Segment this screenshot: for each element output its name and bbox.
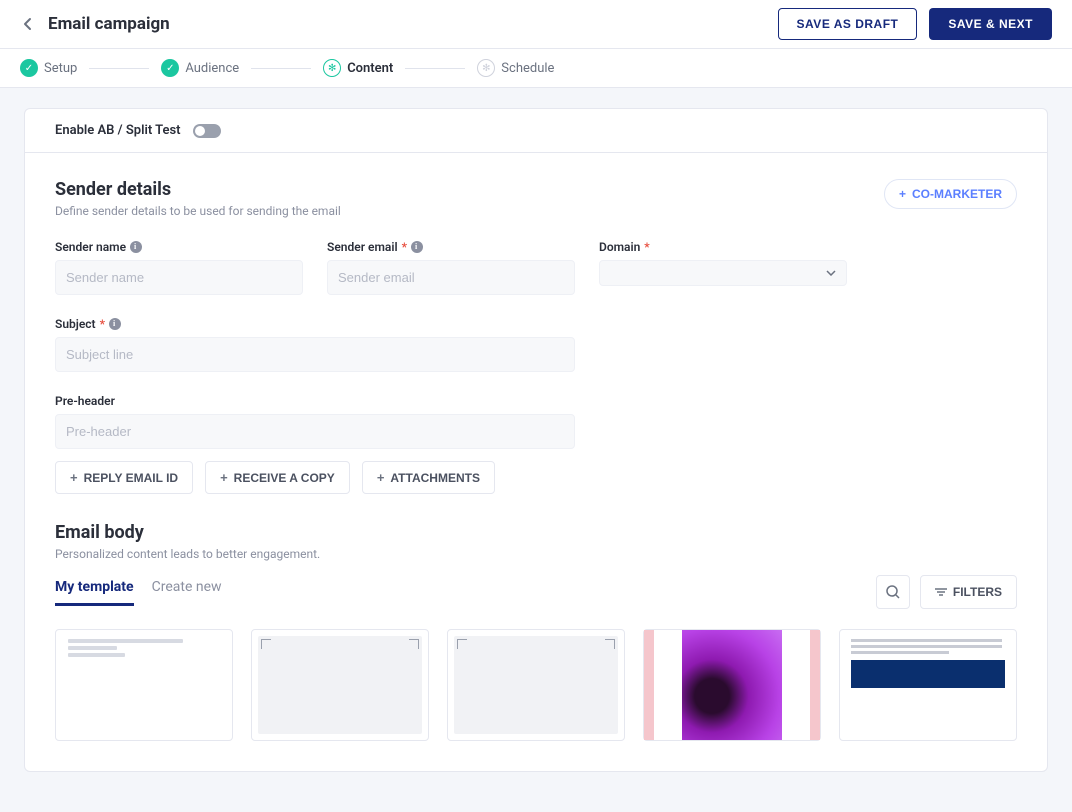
step-setup[interactable]: ✓ Setup bbox=[20, 59, 77, 77]
ab-test-row: Enable AB / Split Test bbox=[25, 109, 1047, 153]
field-sender-email: Sender email * bbox=[327, 240, 575, 295]
required-marker: * bbox=[644, 240, 649, 254]
field-sender-name: Sender name bbox=[55, 240, 303, 295]
label-text: Sender email bbox=[327, 240, 398, 254]
sender-subtitle: Define sender details to be used for sen… bbox=[55, 204, 341, 218]
sender-section-head: Sender details Define sender details to … bbox=[55, 179, 1017, 218]
receive-copy-button[interactable]: + RECEIVE A COPY bbox=[205, 461, 350, 494]
chevron-down-icon bbox=[826, 270, 836, 276]
info-icon[interactable] bbox=[109, 318, 121, 330]
template-card[interactable] bbox=[55, 629, 233, 741]
filters-label: FILTERS bbox=[953, 585, 1002, 599]
chip-label: RECEIVE A COPY bbox=[234, 471, 335, 485]
filter-icon bbox=[935, 587, 947, 597]
label-text: Sender name bbox=[55, 240, 126, 254]
domain-select[interactable] bbox=[599, 260, 847, 286]
reply-email-id-button[interactable]: + REPLY EMAIL ID bbox=[55, 461, 193, 494]
ab-test-toggle[interactable] bbox=[193, 124, 221, 138]
sender-name-label: Sender name bbox=[55, 240, 303, 254]
content-card: Enable AB / Split Test Sender details De… bbox=[24, 108, 1048, 772]
template-card[interactable] bbox=[447, 629, 625, 741]
back-button[interactable] bbox=[20, 16, 36, 32]
required-marker: * bbox=[100, 317, 105, 331]
save-as-draft-button[interactable]: SAVE AS DRAFT bbox=[778, 8, 918, 40]
info-icon[interactable] bbox=[130, 241, 142, 253]
body-title: Email body bbox=[55, 522, 1017, 543]
info-icon[interactable] bbox=[411, 241, 423, 253]
co-marketer-button[interactable]: + CO-MARKETER bbox=[884, 179, 1017, 209]
email-body-section: Email body Personalized content leads to… bbox=[55, 522, 1017, 741]
action-chips: + REPLY EMAIL ID + RECEIVE A COPY + ATTA… bbox=[55, 461, 1017, 494]
attachments-button[interactable]: + ATTACHMENTS bbox=[362, 461, 495, 494]
sender-email-label: Sender email * bbox=[327, 240, 575, 254]
tab-create-new[interactable]: Create new bbox=[152, 579, 222, 606]
label-text: Domain bbox=[599, 240, 640, 254]
search-button[interactable] bbox=[876, 575, 910, 609]
preheader-input[interactable] bbox=[55, 414, 575, 449]
domain-label: Domain * bbox=[599, 240, 847, 254]
preheader-label: Pre-header bbox=[55, 394, 575, 408]
label-text: Subject bbox=[55, 317, 96, 331]
stepper: ✓ Setup ✓ Audience ✻ Content ✻ Schedule bbox=[0, 49, 1072, 88]
step-connector bbox=[89, 68, 149, 69]
subject-label: Subject * bbox=[55, 317, 575, 331]
page-title: Email campaign bbox=[48, 14, 170, 34]
plus-icon: + bbox=[70, 470, 78, 485]
plus-icon: + bbox=[899, 187, 906, 201]
sender-title: Sender details bbox=[55, 179, 341, 200]
plus-icon: + bbox=[377, 470, 385, 485]
step-schedule[interactable]: ✻ Schedule bbox=[477, 59, 554, 77]
topbar: Email campaign SAVE AS DRAFT SAVE & NEXT bbox=[0, 0, 1072, 49]
body-tabs: My template Create new FILTERS bbox=[55, 575, 1017, 609]
subject-input[interactable] bbox=[55, 337, 575, 372]
topbar-left: Email campaign bbox=[20, 14, 170, 34]
sender-email-input[interactable] bbox=[327, 260, 575, 295]
step-label: Setup bbox=[44, 61, 77, 76]
field-domain: Domain * bbox=[599, 240, 847, 295]
label-text: Pre-header bbox=[55, 394, 115, 408]
template-card[interactable] bbox=[839, 629, 1017, 741]
step-connector bbox=[251, 68, 311, 69]
search-icon bbox=[885, 584, 901, 600]
page-body: Enable AB / Split Test Sender details De… bbox=[0, 88, 1072, 812]
save-and-next-button[interactable]: SAVE & NEXT bbox=[929, 8, 1052, 40]
step-label: Audience bbox=[185, 61, 239, 76]
step-label: Schedule bbox=[501, 61, 554, 76]
chip-label: ATTACHMENTS bbox=[390, 471, 480, 485]
check-icon: ✓ bbox=[20, 59, 38, 77]
topbar-actions: SAVE AS DRAFT SAVE & NEXT bbox=[778, 8, 1052, 40]
content-inner: Sender details Define sender details to … bbox=[25, 153, 1047, 771]
field-subject: Subject * bbox=[55, 317, 575, 372]
step-audience[interactable]: ✓ Audience bbox=[161, 59, 239, 77]
co-marketer-label: CO-MARKETER bbox=[912, 187, 1002, 201]
ab-test-label: Enable AB / Split Test bbox=[55, 123, 181, 138]
step-content[interactable]: ✻ Content bbox=[323, 59, 393, 77]
step-connector bbox=[405, 68, 465, 69]
field-preheader: Pre-header bbox=[55, 394, 575, 449]
body-subtitle: Personalized content leads to better eng… bbox=[55, 547, 1017, 561]
step-label: Content bbox=[347, 61, 393, 76]
gear-icon: ✻ bbox=[323, 59, 341, 77]
chevron-left-icon bbox=[20, 16, 36, 32]
check-icon: ✓ bbox=[161, 59, 179, 77]
template-grid bbox=[55, 629, 1017, 741]
template-card[interactable] bbox=[643, 629, 821, 741]
chip-label: REPLY EMAIL ID bbox=[84, 471, 178, 485]
required-marker: * bbox=[402, 240, 407, 254]
template-card[interactable] bbox=[251, 629, 429, 741]
gear-icon: ✻ bbox=[477, 59, 495, 77]
plus-icon: + bbox=[220, 470, 228, 485]
tab-my-template[interactable]: My template bbox=[55, 579, 134, 606]
filters-button[interactable]: FILTERS bbox=[920, 575, 1017, 609]
sender-name-input[interactable] bbox=[55, 260, 303, 295]
